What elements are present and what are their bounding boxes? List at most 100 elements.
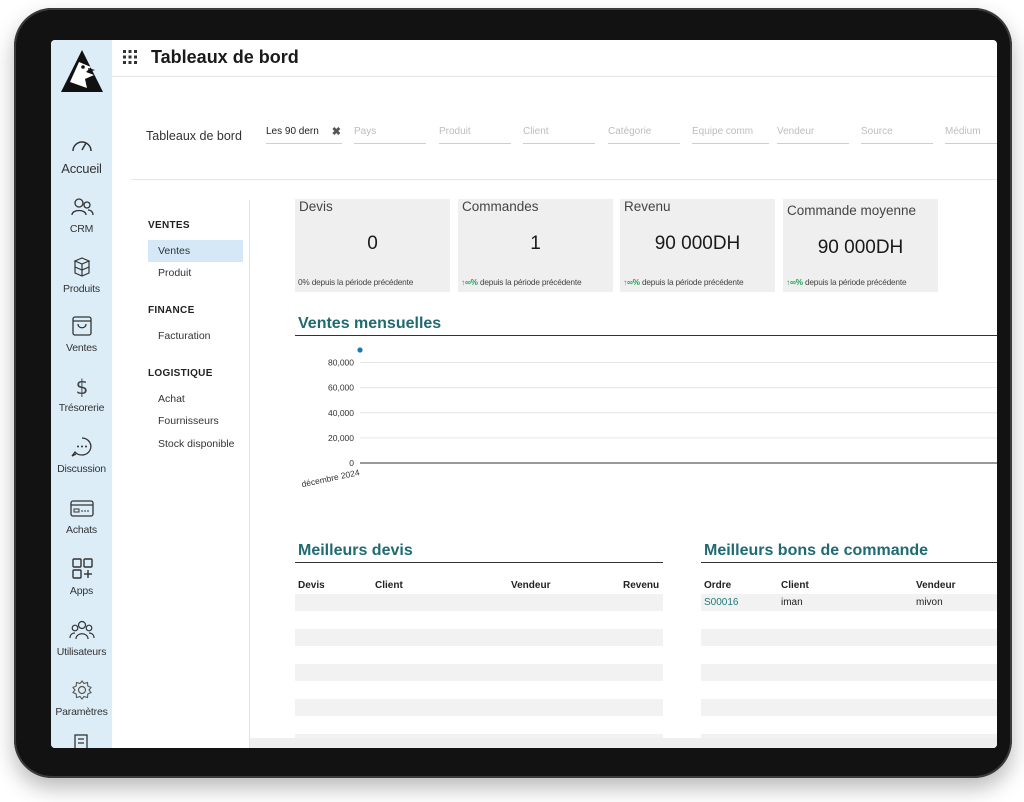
dollar-icon: $ bbox=[75, 375, 88, 398]
kpi-trend-text: depuis la période précédente bbox=[802, 277, 907, 287]
column-header[interactable]: Devis bbox=[298, 580, 325, 591]
kpi-title: Revenu bbox=[624, 199, 671, 214]
building-icon bbox=[73, 734, 88, 748]
kpi-value: 90 000DH bbox=[654, 233, 741, 254]
top-orders-underline bbox=[701, 562, 997, 563]
table-row bbox=[295, 664, 663, 681]
user-group-icon bbox=[68, 620, 95, 640]
app-menu-grid-icon[interactable] bbox=[123, 50, 137, 64]
kpi-trend-mark: ↑∞% bbox=[461, 277, 478, 287]
shopping-bag-icon bbox=[71, 316, 92, 336]
filter-bar-label: Tableaux de bord bbox=[146, 129, 242, 143]
kpi-card-devis[interactable]: Devis 0 0% depuis la période précédente bbox=[295, 199, 450, 292]
monthly-sales-title: Ventes mensuelles bbox=[298, 315, 442, 332]
product-filter[interactable]: Produit bbox=[439, 126, 511, 144]
sales-team-filter[interactable]: Équipe comm bbox=[692, 126, 769, 144]
y-tick-label: 0 bbox=[349, 458, 354, 468]
sidebar-item-label: Ventes bbox=[66, 342, 97, 354]
country-filter[interactable]: Pays bbox=[354, 126, 426, 144]
y-tick-label: 80,000 bbox=[328, 358, 354, 368]
sidebar-item-utilisateurs[interactable]: Utilisateurs bbox=[51, 618, 112, 658]
menu-item-stock-disponible[interactable]: Stock disponible bbox=[148, 433, 243, 455]
credit-card-icon bbox=[69, 500, 94, 517]
sidebar-item-label: Utilisateurs bbox=[56, 646, 107, 658]
kpi-trend-text: 0% depuis la période précédente bbox=[298, 277, 414, 287]
order-seller: mivon bbox=[916, 597, 943, 608]
kpi-title: Commandes bbox=[462, 199, 539, 214]
kpi-trend: ↑∞% depuis la période précédente bbox=[623, 277, 744, 287]
page-title: Tableaux de bord bbox=[151, 47, 299, 67]
column-header[interactable]: Ordre bbox=[704, 580, 731, 591]
column-header[interactable]: Client bbox=[781, 580, 809, 591]
gauge-icon bbox=[71, 141, 92, 152]
kpi-trend: 0% depuis la période précédente bbox=[298, 277, 413, 287]
menu-item-ventes[interactable]: Ventes bbox=[148, 240, 243, 262]
sidebar-item-parametres[interactable]: Paramètres bbox=[51, 678, 112, 718]
column-header[interactable]: Client bbox=[375, 580, 403, 591]
menu-item-achat[interactable]: Achat bbox=[148, 388, 243, 410]
kpi-trend-text: depuis la période précédente bbox=[639, 277, 744, 287]
apps-grid-plus-icon bbox=[71, 558, 93, 579]
seller-filter[interactable]: Vendeur bbox=[777, 126, 849, 144]
svg-text:$: $ bbox=[75, 375, 88, 398]
eagle-logo-icon bbox=[61, 50, 103, 92]
order-client: iman bbox=[781, 597, 803, 608]
filter-divider bbox=[131, 179, 997, 180]
table-row bbox=[295, 629, 663, 646]
sidebar-item-more[interactable] bbox=[51, 732, 112, 748]
column-header[interactable]: Revenu bbox=[623, 580, 659, 591]
period-filter[interactable]: Les 90 dern ✖ bbox=[266, 126, 342, 144]
data-point[interactable] bbox=[357, 347, 363, 353]
top-orders-title: Meilleurs bons de commande bbox=[704, 542, 929, 559]
section-title-finance: FINANCE bbox=[148, 305, 195, 316]
monthly-sales-underline bbox=[295, 335, 997, 336]
chat-bubble-icon bbox=[70, 437, 92, 457]
medium-filter[interactable]: Médium bbox=[945, 126, 997, 144]
kpi-value: 1 bbox=[530, 233, 541, 254]
section-title-ventes: VENTES bbox=[148, 220, 190, 231]
table-row bbox=[701, 699, 997, 716]
monthly-sales-chart: 0 20,000 40,000 60,000 80,000 décembre 2024 bbox=[301, 347, 997, 489]
kpi-title: Commande moyenne bbox=[787, 203, 917, 218]
y-tick-label: 40,000 bbox=[328, 408, 354, 418]
sidebar-item-discussion[interactable]: Discussion bbox=[51, 435, 112, 475]
table-row[interactable] bbox=[701, 594, 997, 611]
kpi-card-revenu[interactable]: Revenu 90 000DH ↑∞% depuis la période pr… bbox=[620, 199, 775, 292]
menu-item-fournisseurs[interactable]: Fournisseurs bbox=[148, 410, 243, 432]
sidebar-item-achats[interactable]: Achats bbox=[51, 496, 112, 536]
sidebar-item-label: Trésorerie bbox=[58, 402, 105, 414]
kpi-value: 90 000DH bbox=[817, 237, 904, 258]
kpi-trend-mark: ↑∞% bbox=[623, 277, 640, 287]
kpi-trend-text: depuis la période précédente bbox=[477, 277, 582, 287]
kpi-card-commandes[interactable]: Commandes 1 ↑∞% depuis la période précéd… bbox=[458, 199, 613, 292]
order-link[interactable]: S00016 bbox=[704, 597, 738, 608]
sidebar-item-label: Apps bbox=[69, 585, 94, 597]
header-divider bbox=[112, 76, 997, 77]
sidebar-item-produits[interactable]: Produits bbox=[51, 255, 112, 295]
section-title-logistique: LOGISTIQUE bbox=[148, 368, 213, 379]
clear-filter-icon[interactable]: ✖ bbox=[332, 126, 341, 138]
table-row bbox=[701, 629, 997, 646]
column-header[interactable]: Vendeur bbox=[916, 580, 955, 591]
menu-item-produit[interactable]: Produit bbox=[148, 262, 243, 284]
sidebar-item-crm[interactable]: CRM bbox=[51, 195, 112, 235]
top-quotes-title: Meilleurs devis bbox=[298, 542, 413, 559]
client-filter[interactable]: Client bbox=[523, 126, 595, 144]
kpi-trend: ↑∞% depuis la période précédente bbox=[461, 277, 582, 287]
period-filter-value: Les 90 dern bbox=[266, 126, 319, 137]
category-filter[interactable]: Catégorie bbox=[608, 126, 680, 144]
gear-icon bbox=[71, 680, 92, 700]
menu-item-facturation[interactable]: Facturation bbox=[148, 325, 243, 347]
sidebar-item-tresorerie[interactable]: $ Trésorerie bbox=[51, 374, 112, 414]
sidebar-item-apps[interactable]: Apps bbox=[51, 557, 112, 597]
source-filter[interactable]: Source bbox=[861, 126, 933, 144]
kpi-trend: ↑∞% depuis la période précédente bbox=[786, 277, 907, 287]
boxes-icon bbox=[72, 257, 91, 277]
sidebar-item-label: Accueil bbox=[61, 161, 102, 176]
kpi-card-commande-moyenne[interactable]: Commande moyenne 90 000DH ↑∞% depuis la … bbox=[783, 199, 938, 292]
sidebar-item-ventes[interactable]: Ventes bbox=[51, 314, 112, 354]
column-header[interactable]: Vendeur bbox=[511, 580, 550, 591]
sidebar-item-accueil[interactable]: Accueil bbox=[51, 133, 112, 176]
sidebar-item-label: CRM bbox=[69, 223, 94, 235]
menu-divider bbox=[249, 200, 250, 748]
